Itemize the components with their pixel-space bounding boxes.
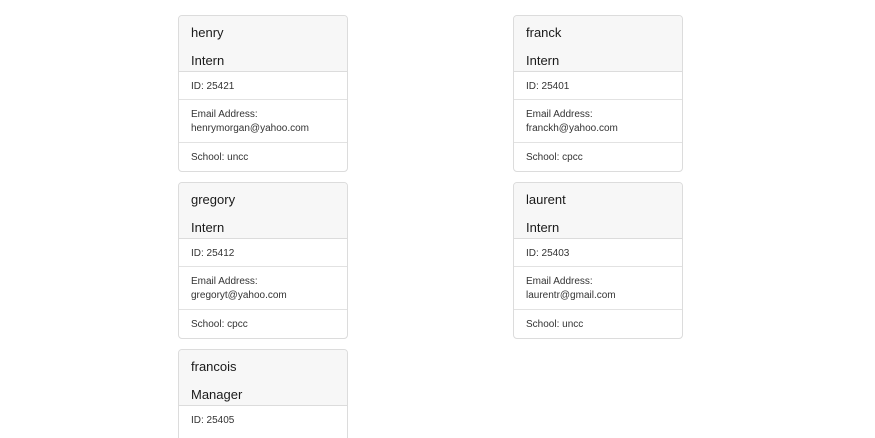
email-label: Email Address: <box>191 109 258 120</box>
employee-name: gregory <box>191 192 236 207</box>
employee-email-item: Email Address: laurentr@gmail.com <box>514 267 682 310</box>
card-header: francois Manager <box>179 350 347 406</box>
employee-name: francois <box>191 359 237 374</box>
card-header: henry Intern <box>179 16 347 72</box>
employee-id: ID: 25412 <box>179 239 347 267</box>
employee-email-item: Email Address: franckh@yahoo.com <box>514 100 682 143</box>
email-label: Email Address: <box>526 109 593 120</box>
card-header: franck Intern <box>514 16 682 72</box>
employee-id: ID: 25405 <box>191 415 235 426</box>
email-link[interactable]: franckh@yahoo.com <box>526 122 670 136</box>
employee-id: ID: 25421 <box>179 72 347 100</box>
employee-card: henry Intern ID: 25421 Email Address: he… <box>178 15 348 172</box>
employee-name: franck <box>526 25 562 40</box>
employee-card: franck Intern ID: 25401 Email Address: f… <box>513 15 683 172</box>
email-label: Email Address: <box>526 276 593 287</box>
employee-school: School: uncc <box>526 319 584 330</box>
team-roster-page: henry Intern ID: 25421 Email Address: he… <box>0 0 875 438</box>
employee-name: laurent <box>526 192 566 207</box>
card-header: laurent Intern <box>514 183 682 239</box>
email-link[interactable]: henrymorgan@yahoo.com <box>191 122 335 136</box>
employee-role: Intern <box>526 220 560 235</box>
employee-role: Intern <box>191 220 225 235</box>
email-link[interactable]: laurentr@gmail.com <box>526 289 670 303</box>
employee-school: School: cpcc <box>526 152 583 163</box>
employee-school: School: cpcc <box>191 319 248 330</box>
email-label: Email Address: <box>191 276 258 287</box>
employee-role: Manager <box>191 387 243 402</box>
employee-card: francois Manager ID: 25405 <box>178 349 348 438</box>
employee-email-item: Email Address: gregoryt@yahoo.com <box>179 267 347 310</box>
employee-role: Intern <box>191 53 225 68</box>
employee-id: ID: 25401 <box>514 72 682 100</box>
employee-id: ID: 25403 <box>514 239 682 267</box>
employee-role: Intern <box>526 53 560 68</box>
employee-card: gregory Intern ID: 25412 Email Address: … <box>178 182 348 339</box>
employee-card: laurent Intern ID: 25403 Email Address: … <box>513 182 683 339</box>
employee-school: School: uncc <box>191 152 249 163</box>
employee-email-item: Email Address: henrymorgan@yahoo.com <box>179 100 347 143</box>
email-link[interactable]: gregoryt@yahoo.com <box>191 289 335 303</box>
card-header: gregory Intern <box>179 183 347 239</box>
employee-name: henry <box>191 25 224 40</box>
